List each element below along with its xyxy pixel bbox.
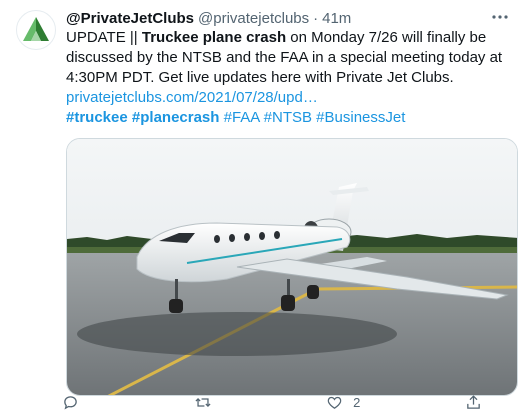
- avatar-column: [16, 8, 66, 411]
- tweet-actions: 2: [62, 394, 482, 411]
- retweet-icon: [195, 398, 211, 407]
- tweet-photo[interactable]: [66, 138, 518, 396]
- hashtag-businessjet[interactable]: #BusinessJet: [316, 109, 405, 126]
- hashtag-ntsb[interactable]: #NTSB: [264, 109, 312, 126]
- hashtag-line: #truckee #planecrash #FAA #NTSB #Busines…: [66, 108, 511, 128]
- display-name[interactable]: @PrivateJetClubs: [66, 10, 194, 27]
- share-icon: [467, 395, 480, 409]
- private-jet-clubs-logo: [23, 17, 49, 41]
- reply-button[interactable]: [62, 394, 89, 411]
- timestamp[interactable]: 41m: [322, 10, 351, 27]
- like-button[interactable]: 2: [326, 394, 360, 411]
- tweet-text-bold: Truckee plane crash: [141, 29, 287, 46]
- more-options-button[interactable]: [489, 8, 511, 26]
- tweet-content: @PrivateJetClubs @privatejetclubs · 41m …: [66, 8, 518, 411]
- heart-icon: [327, 396, 342, 409]
- share-button[interactable]: [465, 394, 482, 411]
- hashtag-faa[interactable]: #FAA: [224, 109, 260, 126]
- jet-photo: [67, 139, 517, 395]
- header-separator: ·: [313, 9, 319, 27]
- retweet-button[interactable]: [194, 394, 222, 411]
- tweet-link-line: privatejetclubs.com/2021/07/28/upd…: [66, 88, 511, 108]
- avatar[interactable]: [16, 10, 56, 50]
- user-handle[interactable]: @privatejetclubs: [198, 10, 309, 27]
- tweet-header: @PrivateJetClubs @privatejetclubs · 41m: [66, 8, 511, 28]
- tweet-text: UPDATE || Truckee plane crash on Monday …: [66, 28, 511, 88]
- tweet[interactable]: @PrivateJetClubs @privatejetclubs · 41m …: [0, 0, 523, 411]
- more-horizontal-icon: [492, 15, 508, 19]
- like-count: 2: [353, 395, 361, 410]
- hashtag-planecrash[interactable]: #planecrash: [132, 109, 220, 126]
- hashtag-truckee[interactable]: #truckee: [66, 109, 128, 126]
- reply-icon: [64, 396, 77, 410]
- tweet-link[interactable]: privatejetclubs.com/2021/07/28/upd…: [66, 89, 318, 106]
- tweet-text-prefix: UPDATE ||: [66, 29, 142, 46]
